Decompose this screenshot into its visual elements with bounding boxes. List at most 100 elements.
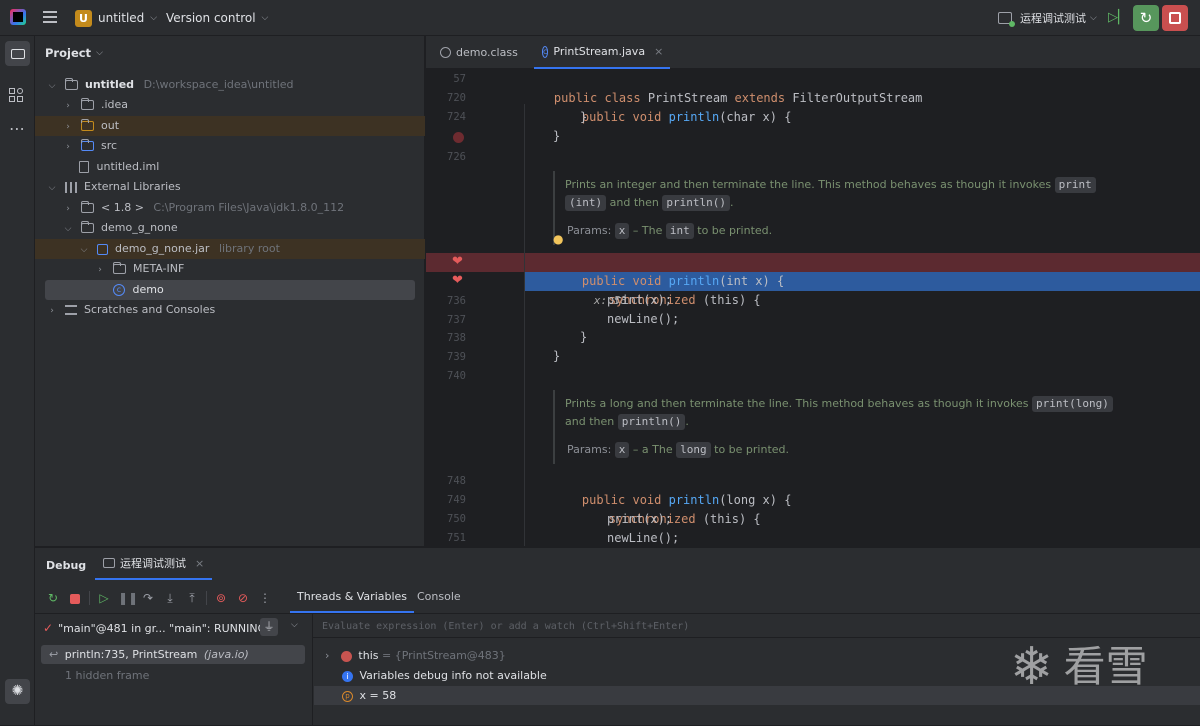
chevron-down-icon[interactable]: ⌵ <box>63 219 73 239</box>
resume-icon[interactable]: ▷ <box>96 590 112 606</box>
tree-label: META-INF <box>133 262 185 275</box>
more-options-icon[interactable]: ⋮ <box>257 590 273 606</box>
tab-demo-class[interactable]: demo.class <box>434 36 524 69</box>
chevron-down-icon[interactable]: ⌵ <box>79 240 89 260</box>
library-folder-icon <box>80 221 94 233</box>
tab-console[interactable]: Console <box>411 581 467 613</box>
tree-row-scratches[interactable]: › Scratches and Consoles <box>35 300 425 320</box>
doc-params: Params: x – a The long to be printed. <box>567 442 789 458</box>
chevron-right-icon[interactable]: › <box>63 117 73 137</box>
tree-hint: library root <box>218 242 280 255</box>
step-into-icon[interactable]: ⤓ <box>162 590 178 606</box>
project-panel-header[interactable]: Project ⌵ <box>45 46 103 60</box>
line-number: 751 <box>447 532 466 544</box>
breakpoint-disabled-icon[interactable] <box>453 132 464 143</box>
field-icon <box>340 650 352 662</box>
view-breakpoints-icon[interactable]: ⊚ <box>213 590 229 606</box>
tree-row-out[interactable]: › out <box>35 116 425 136</box>
title-bar: U untitled ⌵ Version control ⌵ 运程调试测试 ⌵ … <box>0 0 1200 36</box>
method-breakpoint-icon[interactable]: ❤ <box>452 255 465 268</box>
chevron-down-icon[interactable]: ⌵ <box>291 620 298 630</box>
structure-tool-button[interactable] <box>9 88 25 104</box>
stop-button[interactable] <box>1162 5 1188 31</box>
stop-icon[interactable] <box>67 590 83 606</box>
chevron-down-icon[interactable]: ⌵ <box>47 178 57 198</box>
line-number: 739 <box>447 351 466 363</box>
resume-run-button[interactable]: ▷▏ <box>1108 9 1128 27</box>
chevron-down-icon[interactable]: ⌵ <box>47 76 57 96</box>
debug-tool-button[interactable]: ✺ <box>5 679 30 704</box>
project-tool-button[interactable] <box>5 41 30 66</box>
debug-title: Debug <box>46 559 87 572</box>
tree-row-idea[interactable]: › .idea <box>35 95 425 115</box>
close-icon[interactable]: × <box>654 45 663 58</box>
run-config-widget[interactable]: 运程调试测试 ⌵ <box>998 8 1097 28</box>
code-line: public void println(int x) { x: 58 <box>553 253 1200 307</box>
structure-icon <box>9 88 15 94</box>
tree-row-external-libraries[interactable]: ⌵ External Libraries <box>35 177 425 197</box>
jar-icon <box>96 243 108 255</box>
doc-text: and then <box>565 415 615 428</box>
bug-icon: ✺ <box>11 683 24 699</box>
tree-row-src[interactable]: › src <box>35 136 425 156</box>
hidden-frames[interactable]: 1 hidden frame <box>65 669 149 682</box>
tree-hint: C:\Program Files\Java\jdk1.8.0_112 <box>153 201 345 214</box>
code-line: public void println(long x) { <box>553 472 1200 507</box>
variable-name: x <box>359 689 367 702</box>
variable-value: = 58 <box>369 689 397 702</box>
chevron-right-icon[interactable]: › <box>325 649 329 662</box>
folder-icon <box>112 262 126 274</box>
code-line: public class PrintStream extends FilterO… <box>525 70 1200 105</box>
tab-label: demo.class <box>456 46 518 59</box>
doc-code-chip: long <box>676 442 711 458</box>
doc-text: and then <box>609 196 659 209</box>
tree-row-jdk[interactable]: › < 1.8 > C:\Program Files\Java\jdk1.8.0… <box>35 198 425 218</box>
variable-row[interactable]: › this = {PrintStream@483} <box>325 646 506 665</box>
mute-breakpoints-icon[interactable]: ⊘ <box>235 590 251 606</box>
source-folder-icon <box>80 139 94 151</box>
doc-text: . <box>685 415 689 428</box>
close-icon[interactable]: × <box>195 557 204 570</box>
tab-label: Console <box>417 590 461 603</box>
pause-icon[interactable]: ❚❚ <box>118 590 138 606</box>
tree-row-demo[interactable]: c demo <box>45 280 415 300</box>
tree-row-iml[interactable]: untitled.iml <box>35 157 425 177</box>
return-icon: ↩ <box>49 648 59 661</box>
chevron-right-icon[interactable]: › <box>63 137 73 157</box>
filter-button[interactable]: ⏚ <box>260 618 278 636</box>
frame-row[interactable]: ↩ println:735, PrintStream (java.io) <box>41 645 305 664</box>
step-over-icon[interactable]: ↷ <box>140 590 156 606</box>
project-widget[interactable]: U untitled ⌵ <box>75 8 157 28</box>
doc-text: to be printed. <box>714 443 790 456</box>
thread-label: "main"@481 in gr... "main": RUNNING <box>58 621 267 635</box>
step-out-icon[interactable]: ⤒ <box>184 590 200 606</box>
tab-printstream-java[interactable]: c PrintStream.java × <box>534 36 670 69</box>
debug-toolbar: ↻ ▷ ❚❚ ↷ ⤓ ⤒ ⊚ ⊘ ⋮ <box>45 589 273 607</box>
debug-session-tab[interactable]: 运程调试测试 × <box>95 548 213 580</box>
project-name: untitled <box>98 11 145 25</box>
code-line: print(x); <box>607 512 673 526</box>
code-line: } <box>553 349 561 363</box>
chevron-right-icon[interactable]: › <box>63 199 73 219</box>
doc-params-label: Params: <box>567 224 612 237</box>
tree-row-demo-g-none[interactable]: ⌵ demo_g_none <box>35 218 425 238</box>
rerun-icon[interactable]: ↻ <box>45 590 61 606</box>
chevron-right-icon[interactable]: › <box>63 96 73 116</box>
tree-row-untitled[interactable]: ⌵ untitled D:\workspace_idea\untitled <box>35 75 425 95</box>
more-tools-icon[interactable]: ⋯ <box>9 119 26 138</box>
lightbulb-icon[interactable]: ● <box>553 232 563 246</box>
vcs-widget[interactable]: Version control ⌵ <box>166 8 268 28</box>
chevron-right-icon[interactable]: › <box>47 301 57 321</box>
tree-hint: D:\workspace_idea\untitled <box>143 78 294 91</box>
rerun-debug-button[interactable]: ↻ <box>1133 5 1159 31</box>
chevron-right-icon[interactable]: › <box>95 260 105 280</box>
excluded-folder-icon <box>80 119 94 131</box>
tree-row-meta-inf[interactable]: › META-INF <box>35 259 425 279</box>
method-breakpoint-icon[interactable]: ❤ <box>452 274 465 287</box>
line-number: 57 <box>453 73 466 85</box>
snowflake-logo-icon: ❄ <box>1010 637 1054 697</box>
tab-threads-variables[interactable]: Threads & Variables <box>290 581 415 613</box>
main-menu-icon[interactable] <box>43 11 57 23</box>
line-number: 750 <box>447 513 466 525</box>
tree-row-jar[interactable]: ⌵ demo_g_none.jar library root <box>35 239 425 259</box>
